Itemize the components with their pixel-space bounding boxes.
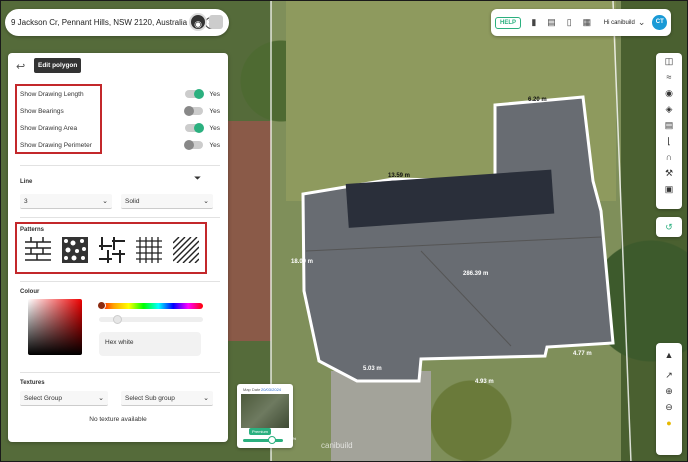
compass-icon[interactable]: ▲	[656, 343, 682, 367]
chevron-down-icon: ⌄	[203, 395, 209, 402]
eye-icon[interactable]: ◉	[656, 85, 682, 101]
panel-title: Edit polygon	[34, 58, 82, 73]
no-texture-message: No texture available	[89, 416, 147, 423]
street-view-icon[interactable]: ●	[656, 415, 682, 431]
divider	[20, 217, 220, 218]
opacity-slider[interactable]	[99, 315, 203, 324]
hue-slider[interactable]	[97, 301, 203, 310]
map-date-value: 20/03/2024	[261, 387, 282, 392]
toggle-switch[interactable]	[185, 89, 205, 99]
premium-badge: Premium	[249, 428, 272, 435]
map-thumbnail[interactable]	[241, 394, 289, 428]
map-nav-panel: ▲ ↗ ⊕ ⊖ ●	[656, 343, 682, 455]
watermark-logo: canibuild	[321, 441, 353, 450]
building-icon[interactable]: ▦	[582, 17, 592, 28]
back-icon[interactable]: ↩	[16, 60, 25, 73]
divider	[20, 165, 220, 166]
area-label: 286.39 m	[463, 271, 489, 277]
dim-label: 18.09 m	[291, 259, 314, 265]
avatar[interactable]: CT	[652, 15, 668, 30]
dim-label: 4.77 m	[573, 351, 592, 357]
toggle-drawing-length[interactable]: Show Drawing Length Yes	[20, 89, 220, 99]
cart-icon[interactable]	[209, 15, 223, 29]
toggle-bearings[interactable]: Show Bearings Yes	[20, 106, 220, 116]
layers-icon[interactable]: ▤	[547, 17, 557, 28]
edit-polygon-panel: ↩ Edit polygon Show Drawing Length Yes S…	[8, 53, 228, 442]
waves-icon[interactable]: ≈	[656, 69, 682, 85]
user-greeting[interactable]: Hi canibuild	[604, 20, 635, 26]
help-button[interactable]: HELP	[495, 16, 522, 29]
colour-heading: Colour	[20, 289, 40, 295]
colour-picker-area[interactable]	[28, 299, 82, 355]
textures-heading: Textures	[20, 380, 45, 386]
hue-handle[interactable]	[97, 301, 106, 310]
dim-label: 4.93 m	[475, 379, 494, 385]
texture-group-select[interactable]: Select Group ⌄	[20, 391, 108, 406]
stone-pattern[interactable]	[62, 237, 88, 263]
line-style-select[interactable]: Solid ⌄	[121, 194, 213, 209]
top-toolbar: HELP ▮ ▤ ▯ ▦ Hi canibuild ⌄ CT	[491, 9, 671, 36]
zoom-out-icon[interactable]: ⊖	[656, 399, 682, 415]
address-text: 9 Jackson Cr, Pennant Hills, NSW 2120, A…	[11, 18, 188, 27]
line-heading: Line	[20, 179, 33, 185]
camera-icon[interactable]: ◫	[656, 53, 682, 69]
chevron-down-icon[interactable]: ⌄	[637, 17, 647, 28]
chevron-down-icon: ⌄	[98, 395, 104, 402]
slider-handle[interactable]	[268, 436, 276, 444]
undo-icon[interactable]: ↺	[656, 217, 682, 237]
map-opacity-value: 100%	[286, 436, 297, 441]
toggle-switch[interactable]	[184, 140, 204, 150]
toggle-drawing-area[interactable]: Show Drawing Area Yes	[20, 123, 220, 133]
weave-pattern[interactable]	[99, 237, 125, 263]
divider	[20, 281, 220, 282]
cube-icon[interactable]: ▣	[656, 181, 682, 197]
toggle-switch[interactable]	[185, 123, 205, 133]
magnet-icon[interactable]: ∩	[656, 149, 682, 165]
locate-icon[interactable]: ◉	[189, 13, 207, 31]
chevron-down-icon: ⌄	[102, 198, 108, 205]
opacity-handle[interactable]	[113, 315, 122, 324]
hex-input[interactable]: Hex white	[99, 332, 201, 356]
layers-icon[interactable]: ◈	[656, 101, 682, 117]
wrench-icon[interactable]: ⚒	[656, 165, 682, 181]
undo-tool: ↺	[656, 217, 682, 237]
patterns-heading: Patterns	[20, 227, 45, 233]
map-opacity-slider[interactable]	[243, 436, 283, 444]
brick-pattern[interactable]	[25, 237, 51, 263]
chevron-down-icon: ⌄	[203, 198, 209, 205]
toggle-drawing-perimeter[interactable]: Show Drawing Perimeter Yes	[20, 140, 220, 150]
toggle-switch[interactable]	[184, 106, 204, 116]
line-width-select[interactable]: 3 ⌄	[20, 194, 112, 209]
ruler-icon[interactable]: ⌊	[656, 133, 682, 149]
zoom-in-icon[interactable]: ⊕	[656, 383, 682, 399]
dim-label: 5.03 m	[363, 366, 382, 372]
filter-icon[interactable]: ⏷	[194, 173, 201, 184]
document-icon[interactable]: ▯	[564, 17, 574, 28]
external-link-icon[interactable]: ↗	[656, 367, 682, 383]
stack-icon[interactable]: ▤	[656, 117, 682, 133]
right-tool-panel: ◫ ≈ ◉ ◈ ▤ ⌊ ∩ ⚒ ▣	[656, 53, 682, 209]
dim-label: 6.20 m	[528, 97, 547, 103]
texture-subgroup-select[interactable]: Select Sub group ⌄	[121, 391, 213, 406]
chart-icon[interactable]: ▮	[529, 17, 539, 28]
divider	[20, 372, 220, 373]
dim-label: 13.59 m	[388, 173, 411, 179]
grid-pattern[interactable]	[136, 237, 162, 263]
map-date-label: Map Date	[243, 387, 261, 392]
diagonal-pattern[interactable]	[173, 237, 199, 263]
